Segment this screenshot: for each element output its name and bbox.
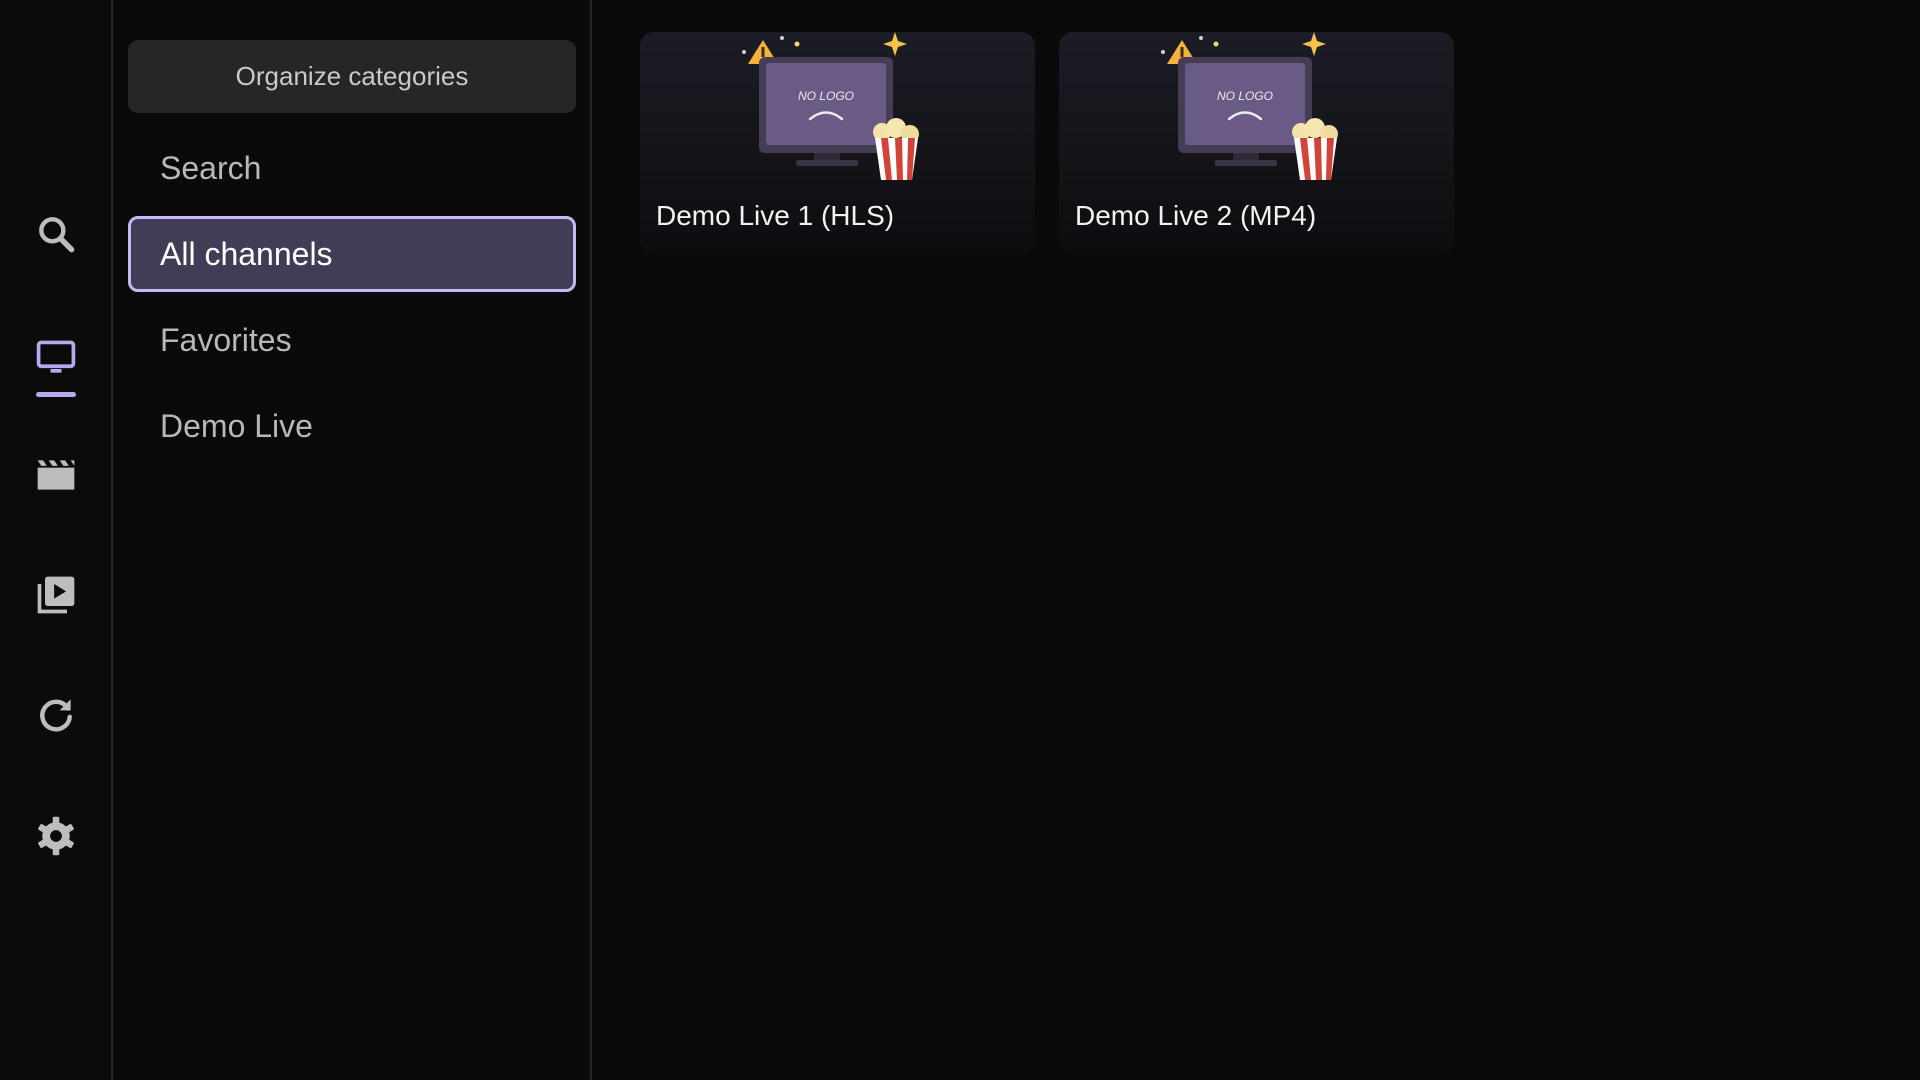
category-panel: Organize categories Search All channels … <box>113 0 592 1080</box>
nav-movies-button[interactable] <box>31 450 81 500</box>
movie-clapper-icon <box>37 460 75 490</box>
nav-series-button[interactable] <box>31 570 81 620</box>
channel-title: Demo Live 2 (MP4) <box>1075 200 1317 231</box>
tv-icon <box>36 340 76 373</box>
nav-live-tv-button[interactable] <box>31 333 81 397</box>
category-label: All channels <box>160 235 333 272</box>
channel-card[interactable]: NO LOGO Demo Live 1 (HLS) <box>640 32 1035 254</box>
search-icon <box>39 217 75 253</box>
no-logo-placeholder-image: NO LOGO <box>742 32 919 180</box>
settings-gear-icon <box>38 816 74 856</box>
category-item-favorites[interactable]: Favorites <box>128 302 576 378</box>
category-item-search[interactable]: Search <box>128 130 576 206</box>
category-item-all-channels[interactable]: All channels <box>128 216 576 292</box>
active-tab-indicator <box>36 392 76 397</box>
app-root: Organize categories Search All channels … <box>0 0 1920 1080</box>
nav-settings-button[interactable] <box>31 811 81 861</box>
category-item-demo-live[interactable]: Demo Live <box>128 388 576 464</box>
nav-search-button[interactable] <box>31 209 81 259</box>
refresh-icon <box>40 699 72 732</box>
channel-card[interactable]: NO LOGO Demo Live 2 (MP4) <box>1059 32 1454 254</box>
category-label: Favorites <box>160 321 292 358</box>
nav-rail <box>0 0 113 1080</box>
organize-categories-button[interactable]: Organize categories <box>128 40 576 113</box>
nav-refresh-button[interactable] <box>31 690 81 740</box>
category-label: Search <box>160 149 262 186</box>
no-logo-text: NO LOGO <box>1217 89 1273 103</box>
channel-title: Demo Live 1 (HLS) <box>656 200 895 231</box>
category-label: Demo Live <box>160 407 313 444</box>
no-logo-placeholder-image: NO LOGO <box>1161 32 1338 180</box>
no-logo-text: NO LOGO <box>798 89 854 103</box>
video-library-icon <box>37 576 75 614</box>
